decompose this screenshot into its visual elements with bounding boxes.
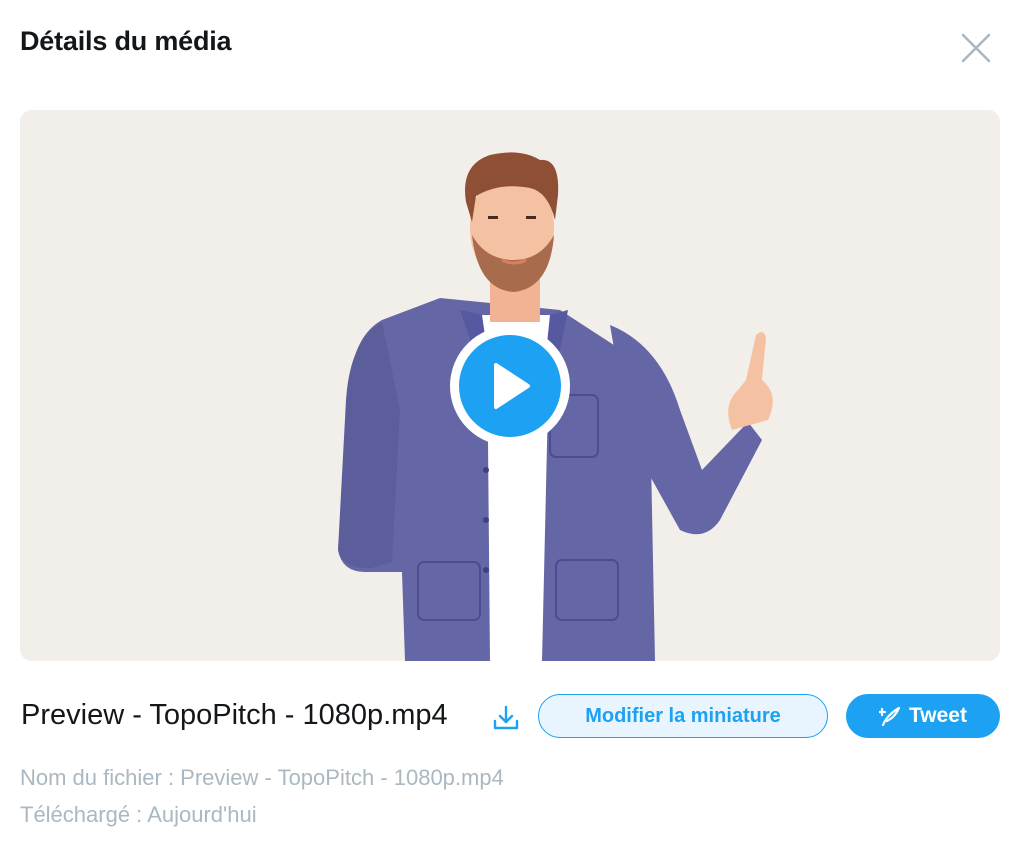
tweet-button[interactable]: Tweet	[846, 694, 1000, 738]
video-preview[interactable]	[20, 110, 1000, 661]
play-button[interactable]	[450, 326, 570, 446]
close-icon	[961, 33, 991, 63]
file-name-info: Nom du fichier : Preview - TopoPitch - 1…	[20, 765, 504, 790]
play-icon	[494, 363, 530, 409]
play-circle	[459, 335, 561, 437]
file-display-name: Preview - TopoPitch - 1080p.mp4	[21, 699, 448, 731]
dialog-title: Détails du média	[20, 26, 232, 56]
upload-date-info: Téléchargé : Aujourd'hui	[20, 802, 257, 827]
edit-thumbnail-label: Modifier la miniature	[585, 704, 781, 727]
compose-icon	[879, 706, 901, 727]
tweet-label: Tweet	[909, 704, 967, 727]
download-icon	[493, 705, 519, 730]
edit-thumbnail-button[interactable]: Modifier la miniature	[538, 694, 828, 738]
close-button[interactable]	[955, 27, 997, 69]
download-button[interactable]	[489, 701, 523, 735]
